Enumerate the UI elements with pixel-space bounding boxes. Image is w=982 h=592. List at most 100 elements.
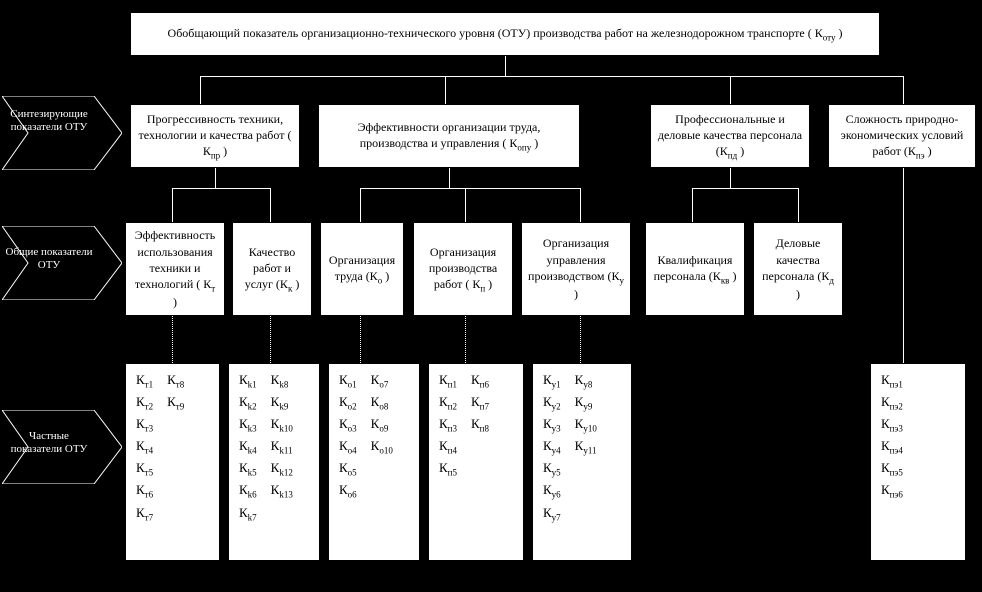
- arrow-synth: [2, 96, 122, 170]
- private-item: Кп5: [439, 458, 457, 480]
- top-text: Обобщающий показатель организационно-тех…: [168, 26, 823, 40]
- private-t: Кт1Кт2Кт3Кт4Кт5Кт6Кт7 Кт8Кт9: [125, 363, 220, 561]
- private-item: Кk12: [271, 458, 293, 480]
- private-item: Кп1: [439, 370, 457, 392]
- private-item: Кпэ6: [881, 480, 903, 502]
- arrow-general: [2, 226, 122, 300]
- connector: [449, 168, 450, 188]
- connector: [730, 168, 731, 188]
- private-item: Ку8: [575, 370, 597, 392]
- private-item: Ко2: [339, 392, 357, 414]
- private-pe: Кпэ1Кпэ2Кпэ3Кпэ4Кпэ5Кпэ6: [870, 363, 966, 561]
- private-item: Ку1: [543, 370, 561, 392]
- synth-0: Прогрессивность техники, технологии и ка…: [130, 104, 300, 168]
- general-2: Организация труда (Ко ): [320, 222, 404, 316]
- private-item: Кп8: [471, 414, 489, 436]
- private-item: Ку10: [575, 414, 597, 436]
- private-item: Кk11: [271, 436, 293, 458]
- private-item: Ку2: [543, 392, 561, 414]
- private-item: Ко5: [339, 458, 357, 480]
- private-item: Кт9: [167, 392, 184, 414]
- connector: [692, 188, 693, 222]
- private-item: Ко9: [371, 414, 393, 436]
- private-item: Кпэ5: [881, 458, 903, 480]
- private-item: Кk4: [239, 436, 257, 458]
- private-item: Ко8: [371, 392, 393, 414]
- private-item: Ку3: [543, 414, 561, 436]
- connector: [200, 76, 904, 77]
- private-y: Ку1Ку2Ку3Ку4Ку5Ку6Ку7Ку8Ку9Ку10Ку11: [532, 363, 632, 561]
- private-item: Кk9: [271, 392, 293, 414]
- connector: [360, 188, 361, 222]
- connector: [903, 168, 904, 363]
- private-item: Ко7: [371, 370, 393, 392]
- private-item: Кпэ1: [881, 370, 903, 392]
- arrow-private: [2, 410, 122, 484]
- private-item: Кп4: [439, 436, 457, 458]
- private-item: Кп6: [471, 370, 489, 392]
- private-item: Ку5: [543, 458, 561, 480]
- synth-3: Сложность природно-экономических условий…: [828, 104, 976, 168]
- dotted: [580, 316, 581, 363]
- private-item: Кk2: [239, 392, 257, 414]
- private-item: Кk6: [239, 480, 257, 502]
- dotted: [172, 316, 173, 363]
- connector: [172, 188, 270, 189]
- general-6: Деловые качества персонала (Кд ): [753, 222, 843, 316]
- private-item: Ку4: [543, 436, 561, 458]
- connector: [692, 188, 798, 189]
- connector: [445, 76, 446, 104]
- general-1: Качество работ и услуг (Кк ): [232, 222, 312, 316]
- private-item: Кт7: [136, 503, 153, 525]
- synth-1: Эффективности организации труда, произво…: [318, 104, 580, 168]
- private-item: Кпэ3: [881, 414, 903, 436]
- private-item: Кk10: [271, 414, 293, 436]
- connector: [172, 188, 173, 222]
- connector: [505, 56, 506, 76]
- connector: [360, 188, 580, 189]
- general-0: Эффективность использования техники и те…: [125, 222, 225, 316]
- private-item: Кk1: [239, 370, 257, 392]
- private-k: Кk1Кk2Кk3Кk4Кk5Кk6Кk7Кk8Кk9Кk10Кk11Кk12К…: [228, 363, 320, 561]
- connector: [215, 168, 216, 188]
- private-item: Кпэ2: [881, 392, 903, 414]
- private-item: Ку9: [575, 392, 597, 414]
- private-item: Ко4: [339, 436, 357, 458]
- general-3: Организация производства работ ( Кп ): [413, 222, 513, 316]
- private-item: Ко1: [339, 370, 357, 392]
- synth-2: Профессиональные и деловые качества перс…: [650, 104, 810, 168]
- private-item: Кп2: [439, 392, 457, 414]
- connector: [903, 76, 904, 104]
- private-p: Кп1Кп2Кп3Кп4Кп5Кп6Кп7Кп8: [428, 363, 524, 561]
- private-item: Кпэ4: [881, 436, 903, 458]
- private-item: Кk5: [239, 458, 257, 480]
- private-item: Ко3: [339, 414, 357, 436]
- private-item: Кт4: [136, 436, 153, 458]
- private-item: Кт5: [136, 458, 153, 480]
- general-5: Квалификация персонала (Ккв ): [645, 222, 745, 316]
- top-close: ): [835, 26, 842, 40]
- general-4: Организация управления производством (Ку…: [521, 222, 631, 316]
- private-item: Кт8: [167, 370, 184, 392]
- connector: [798, 188, 799, 222]
- private-item: Ко10: [371, 436, 393, 458]
- private-item: Ку7: [543, 503, 561, 525]
- connector: [580, 188, 581, 222]
- dotted: [465, 316, 466, 363]
- private-item: Кп3: [439, 414, 457, 436]
- private-item: Ко6: [339, 480, 357, 502]
- private-item: Кт1: [136, 370, 153, 392]
- private-item: Кт2: [136, 392, 153, 414]
- private-item: Кk8: [271, 370, 293, 392]
- private-item: Кт3: [136, 414, 153, 436]
- top-sub: оту: [823, 32, 836, 42]
- dotted: [270, 316, 271, 363]
- private-item: Кk7: [239, 503, 257, 525]
- private-item: Ку11: [575, 436, 597, 458]
- private-item: Кт6: [136, 480, 153, 502]
- private-item: Кk3: [239, 414, 257, 436]
- connector: [270, 188, 271, 222]
- dotted: [360, 316, 361, 363]
- top-box: Обобщающий показатель организационно-тех…: [130, 12, 880, 56]
- connector: [465, 188, 466, 222]
